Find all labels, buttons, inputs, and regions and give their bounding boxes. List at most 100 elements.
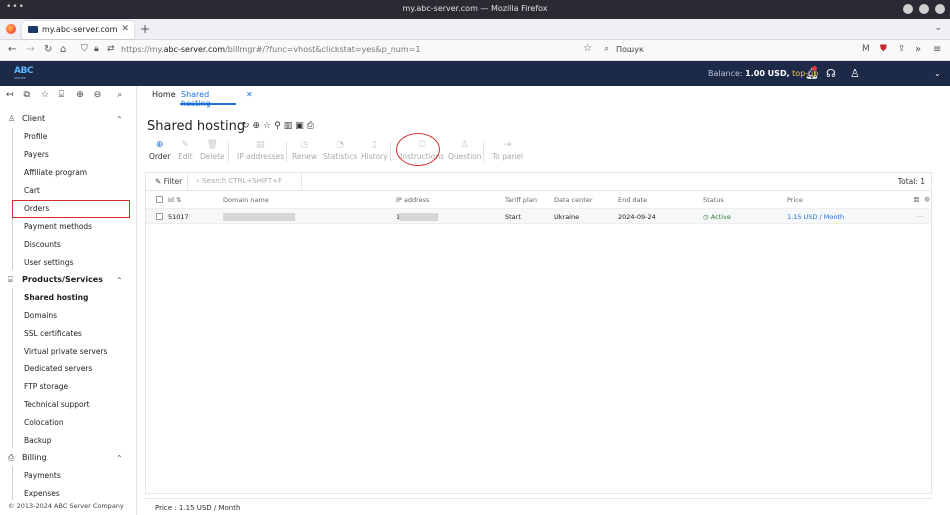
list-search-input[interactable]: ⌕ Search CTRL+SHIFT+F: [196, 177, 282, 186]
pie-chart-icon: ◔: [336, 140, 345, 150]
url-text[interactable]: https://my.abc-server.com/billmgr#/?func…: [121, 45, 420, 54]
reload-icon[interactable]: ↻: [44, 44, 52, 55]
column-settings-icon[interactable]: ≣: [913, 195, 920, 204]
sidebar-item-domains[interactable]: Domains: [24, 311, 57, 320]
globe-icon[interactable]: ⊕: [253, 121, 264, 131]
overflow-icon[interactable]: »: [915, 44, 921, 55]
share-icon[interactable]: ⇪: [898, 44, 906, 54]
to-panel-button[interactable]: ⇥ To panel: [492, 140, 523, 161]
breadcrumb-current-tab[interactable]: Shared hosting: [181, 90, 241, 108]
add-icon[interactable]: ⊕: [76, 90, 91, 100]
minimize-icon[interactable]: [903, 4, 913, 14]
col-datacenter[interactable]: Data center: [554, 196, 593, 204]
print-icon[interactable]: ⎙: [307, 121, 317, 131]
columns-icon[interactable]: ▥: [284, 121, 296, 131]
sidebar-item-shared-hosting[interactable]: Shared hosting: [24, 293, 88, 302]
col-domain[interactable]: Domain name: [223, 196, 269, 204]
sidebar-item-vps[interactable]: Virtual private servers: [24, 347, 107, 356]
favorites-star-icon[interactable]: ☆: [41, 90, 56, 100]
support-headset-icon[interactable]: ☊: [826, 67, 836, 80]
filter-button[interactable]: ✎ Filter: [155, 177, 182, 186]
sidebar-item-ssl[interactable]: SSL certificates: [24, 329, 82, 338]
col-end-date[interactable]: End date: [618, 196, 647, 204]
breadcrumb-home[interactable]: Home: [152, 90, 176, 99]
col-status[interactable]: Status: [703, 196, 724, 204]
plus-circle-icon: ⊕: [155, 140, 164, 150]
gmail-icon[interactable]: M: [862, 44, 870, 54]
sidebar-item-backup[interactable]: Backup: [24, 436, 52, 445]
url-bar[interactable]: ⛉ 🔒︎ ⇄ https://my.abc-server.com/billmgr…: [75, 43, 595, 58]
renew-button[interactable]: ◷ Renew: [292, 140, 317, 161]
header-chevron-icon[interactable]: ⌄: [934, 69, 941, 78]
ip-addresses-button[interactable]: ▤ IP addresses: [237, 140, 284, 161]
close-tab-icon[interactable]: ✕: [246, 90, 253, 99]
search-placeholder: Пошук: [616, 45, 644, 54]
sidebar-item-ftp[interactable]: FTP storage: [24, 382, 68, 391]
sidebar-item-tech-support[interactable]: Technical support: [24, 400, 90, 409]
close-window-icon[interactable]: [935, 4, 945, 14]
statistics-button[interactable]: ◔ Statistics: [323, 140, 357, 161]
edit-button[interactable]: ✎ Edit: [178, 140, 193, 161]
col-price[interactable]: Price: [787, 196, 803, 204]
sidebar-section-billing[interactable]: ⎙ Billing: [8, 453, 47, 463]
sidebar-item-colocation[interactable]: Colocation: [24, 418, 64, 427]
sidebar-item-cart[interactable]: Cart: [24, 186, 40, 195]
sidebar-item-payments[interactable]: Payments: [24, 471, 61, 480]
table-row[interactable]: 51017 1 Start Ukraine 2024-09-24 ◷ Activ…: [146, 209, 931, 224]
favorite-star-icon[interactable]: ☆: [263, 121, 274, 131]
tab-list-chevron-icon[interactable]: ⌄: [934, 23, 942, 33]
refresh-icon[interactable]: ↻: [242, 121, 253, 131]
abc-logo[interactable]: ABC SERVER: [14, 66, 44, 80]
forward-icon[interactable]: →: [26, 44, 34, 55]
sidebar-search-icon[interactable]: ⌕: [117, 90, 132, 100]
bookmark-star-icon[interactable]: ☆: [583, 43, 592, 54]
tree-icon[interactable]: ⧉: [24, 90, 39, 100]
settings-dot-icon[interactable]: ●: [924, 195, 930, 203]
chevron-up-icon[interactable]: ⌃: [116, 454, 123, 463]
permissions-icon[interactable]: ⇄: [107, 44, 115, 54]
sidebar-item-affiliate[interactable]: Affiliate program: [24, 168, 87, 177]
user-account-icon[interactable]: ♙: [850, 67, 860, 80]
cell-ip-redacted: [399, 213, 438, 221]
order-button[interactable]: ⊕ Order: [149, 140, 170, 161]
chevron-up-icon[interactable]: ⌃: [116, 115, 123, 124]
collapse-menu-icon[interactable]: ↤: [6, 90, 21, 100]
history-button[interactable]: ▯ History: [361, 140, 388, 161]
sidebar-item-profile[interactable]: Profile: [24, 132, 47, 141]
question-button[interactable]: ♙ Question: [448, 140, 482, 161]
extension-icon[interactable]: ⛊: [880, 44, 887, 54]
back-icon[interactable]: ←: [8, 44, 16, 55]
briefcase-icon[interactable]: ⌸: [59, 90, 74, 100]
col-ip[interactable]: IP address: [396, 196, 429, 204]
delete-button[interactable]: 🗑 Delete: [200, 140, 225, 161]
pin-icon[interactable]: ⚲: [274, 121, 284, 131]
row-menu-icon[interactable]: ···: [917, 213, 923, 221]
sidebar-item-user-settings[interactable]: User settings: [24, 258, 73, 267]
home-icon[interactable]: ⌂: [60, 44, 66, 55]
row-checkbox[interactable]: [156, 213, 163, 220]
cell-price[interactable]: 1.15 USD / Month: [787, 213, 844, 221]
new-tab-icon[interactable]: +: [140, 22, 150, 36]
browser-tabbar: my.abc-server.com ✕ + ⌄: [0, 19, 950, 40]
sidebar-item-discounts[interactable]: Discounts: [24, 240, 61, 249]
sidebar-item-dedicated[interactable]: Dedicated servers: [24, 364, 92, 373]
maximize-icon[interactable]: [919, 4, 929, 14]
app-menu-icon[interactable]: ≡: [933, 44, 941, 55]
sidebar-section-products[interactable]: ⌸ Products/Services: [8, 275, 103, 285]
browser-tab[interactable]: my.abc-server.com ✕: [22, 21, 134, 39]
col-id[interactable]: Id ⇅: [168, 196, 182, 204]
sort-icon[interactable]: ⇅: [176, 196, 181, 204]
browser-search-box[interactable]: ⌕ Пошук: [600, 43, 840, 58]
sidebar-item-payers[interactable]: Payers: [24, 150, 49, 159]
col-tariff[interactable]: Tariff plan: [505, 196, 537, 204]
select-all-checkbox[interactable]: [156, 196, 163, 203]
sidebar-section-client[interactable]: ♙ Client: [8, 114, 45, 123]
lock-icon[interactable]: 🔒︎: [94, 44, 99, 54]
chevron-up-icon[interactable]: ⌃: [116, 276, 123, 285]
close-tab-icon[interactable]: ✕: [121, 24, 129, 34]
remove-icon[interactable]: ⊖: [94, 90, 109, 100]
export-icon[interactable]: ▣: [295, 121, 307, 131]
sidebar-item-expenses[interactable]: Expenses: [24, 489, 60, 498]
shield-icon[interactable]: ⛉: [81, 44, 88, 54]
sidebar-item-payment-methods[interactable]: Payment methods: [24, 222, 92, 231]
